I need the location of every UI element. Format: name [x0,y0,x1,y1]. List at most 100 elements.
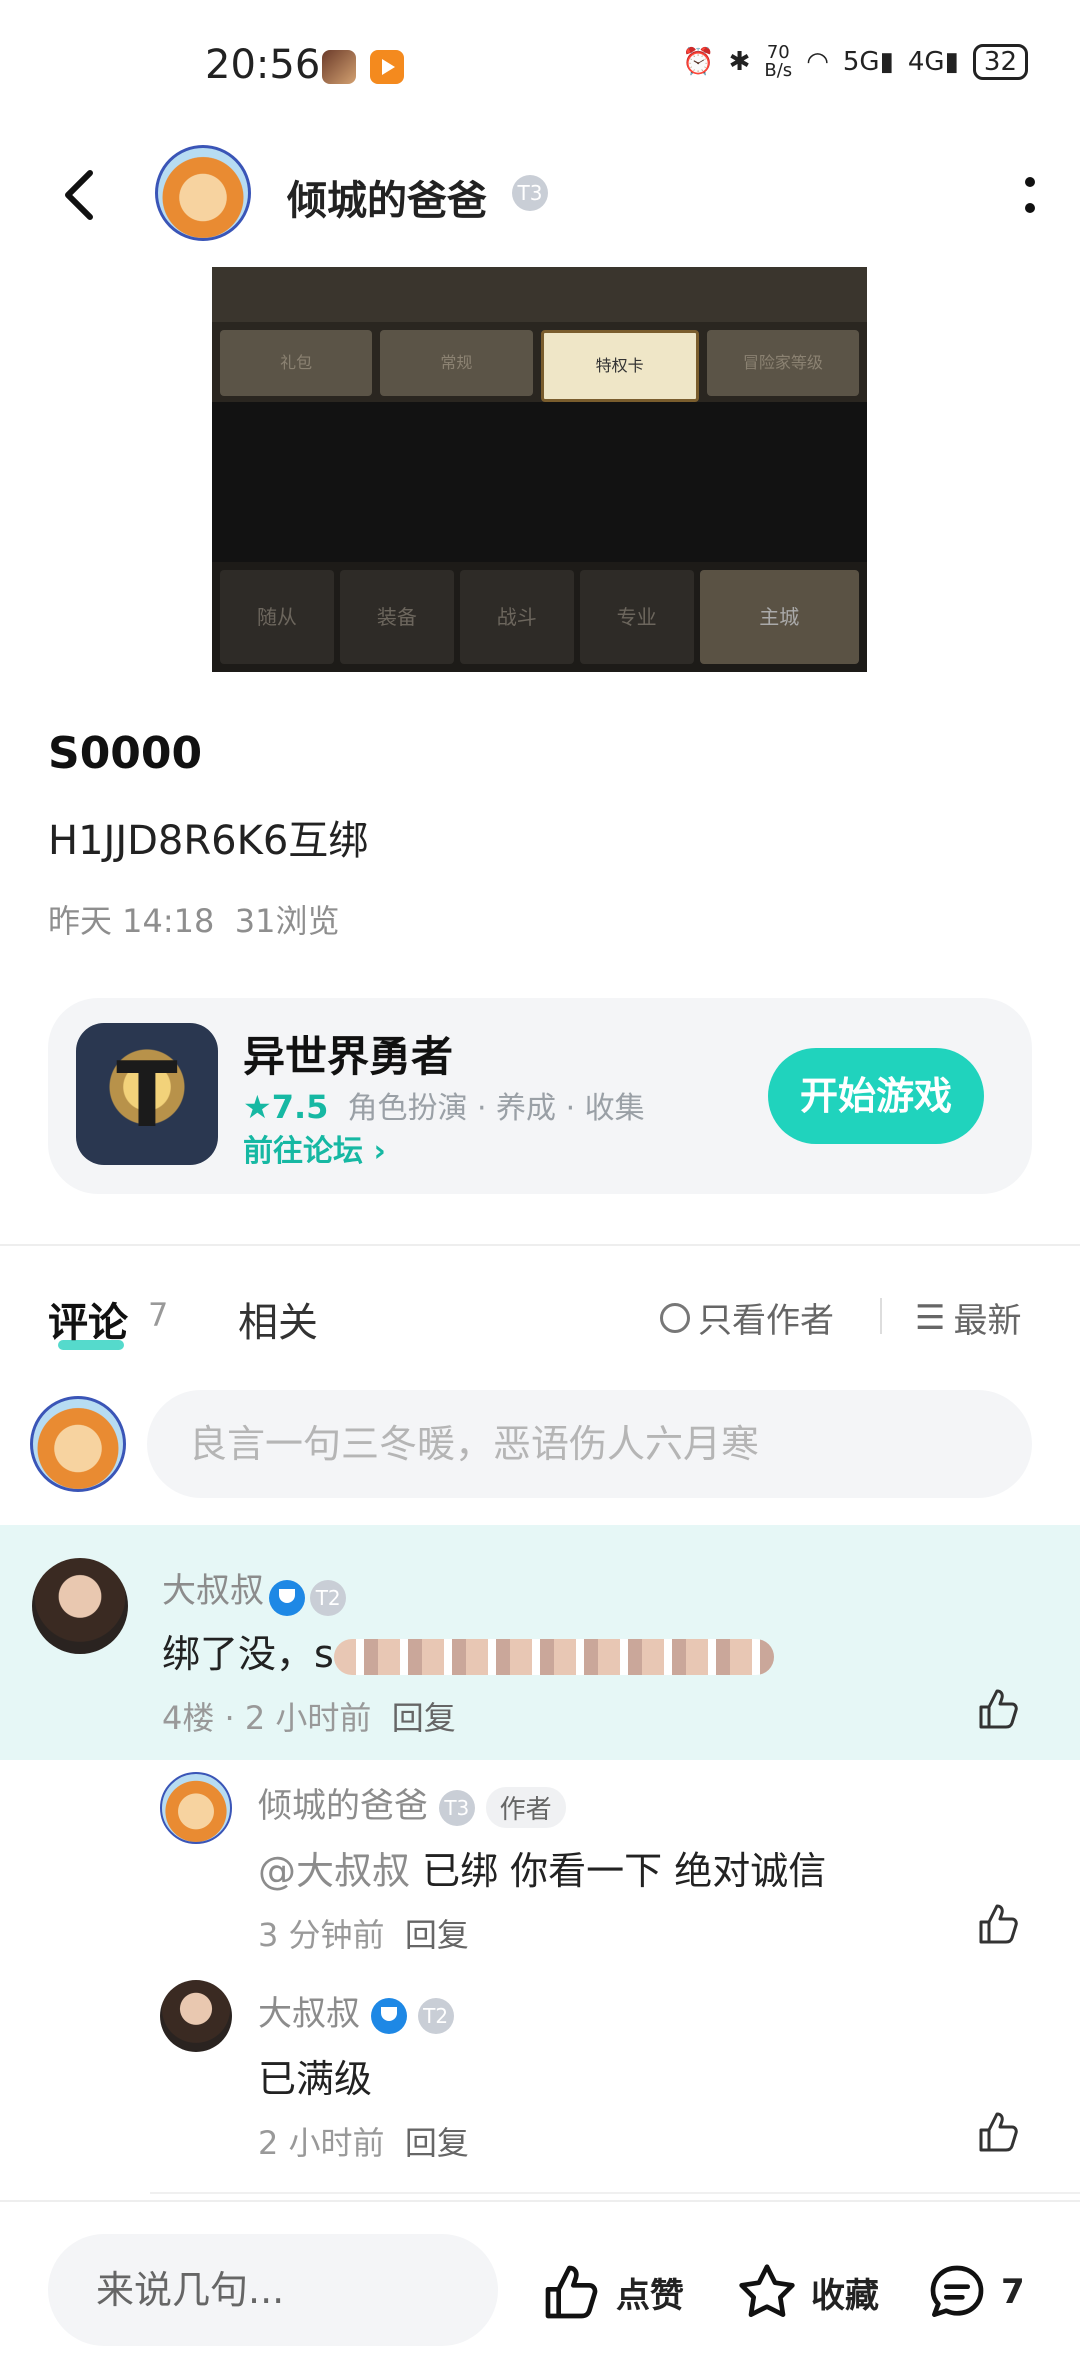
like-button[interactable]: 点赞 [540,2260,684,2324]
post-image[interactable]: 礼包 常规 特权卡 冒险家等级 随从 装备 战斗 专业 主城 [212,267,867,672]
reply-body: 已绑 你看一下 绝对诚信 [410,1849,827,1893]
game-tags: 角色扮演 · 养成 · 收集 [347,1091,645,1126]
post-header: 倾城的爸爸 T3 [0,140,1080,250]
comment-count: 7 [148,1296,169,1334]
comment-meta: 4楼 · 2 小时前 回复 [162,1699,456,1737]
video-app-icon [370,50,404,84]
reply-meta: 2 小时前 回复 [258,2118,469,2164]
bottom-action-bar: 来说几句... 点赞 收藏 7 [0,2200,1080,2378]
comment-button[interactable]: 7 [925,2260,1025,2324]
reply-button[interactable]: 回复 [392,1699,456,1737]
image-tab: 冒险家等级 [706,330,859,396]
author-name[interactable]: 倾城的爸爸 [287,168,487,226]
comment-text: 绑了没，s [162,1623,774,1678]
comment-item[interactable]: 大叔叔 T2 绑了没，s 4楼 · 2 小时前 回复 [0,1525,1080,1760]
like-icon[interactable] [975,2108,1023,2156]
play-game-button[interactable]: 开始游戏 [768,1048,984,1144]
battery-icon: 32 [972,44,1028,80]
comment-time: 2 小时前 [244,1699,372,1737]
author-avatar[interactable] [155,145,251,241]
sort-button[interactable]: ☰ 最新 [915,1293,1021,1342]
comment-count-label: 7 [1001,2272,1025,2312]
reply-button[interactable]: 回复 [405,1916,469,1954]
reply-author-name[interactable]: 倾城的爸爸 [258,1786,428,1826]
image-bottom-item: 随从 [220,570,334,664]
like-icon [545,2265,598,2319]
post-content: H1JJD8R6K6互绑 [48,818,369,864]
commenter-avatar[interactable] [32,1558,128,1654]
game-card[interactable]: 异世界勇者 ★7.5 角色扮演 · 养成 · 收集 前往论坛 › 开始游戏 [48,998,1032,1194]
reply-avatar[interactable] [160,1772,232,1844]
only-author-label: 只看作者 [698,1301,834,1341]
reply-author-info: 大叔叔 T2 [258,1986,454,2035]
level-badge: T3 [512,175,548,211]
trophy-badge-icon [370,1997,407,2034]
reply-author-name[interactable]: 大叔叔 [258,1994,360,2034]
divider [150,2192,1080,2194]
forum-link[interactable]: 前往论坛 › [243,1126,386,1170]
level-badge: T3 [438,1789,475,1826]
image-bottom-item: 主城 [699,570,859,664]
my-avatar [30,1396,126,1492]
like-icon[interactable] [975,1685,1023,1733]
back-arrow-icon[interactable] [52,165,112,225]
signal-5g-icon: 5G▮ [842,47,894,77]
bluetooth-icon: ✱ [728,47,751,77]
separator [880,1298,882,1334]
reply-meta: 3 分钟前 回复 [258,1910,469,1956]
image-tab: 礼包 [220,330,373,396]
more-options-icon[interactable] [1020,170,1040,220]
alarm-icon: ⏰ [682,47,715,77]
like-icon[interactable] [975,1900,1023,1948]
reply-time: 3 分钟前 [258,1916,385,1954]
wifi-icon: ◠ [806,47,829,77]
star-icon: ★ [243,1088,272,1126]
commenter-name[interactable]: 大叔叔 [162,1571,264,1611]
redacted-mask [333,1638,774,1675]
reply-text: 已满级 [258,2057,373,2101]
sort-icon: ☰ [915,1297,946,1338]
author-tag: 作者 [485,1787,566,1828]
net-speed: 70 B/s [764,42,793,81]
tab-related[interactable]: 相关 [238,1290,318,1348]
chevron-right-icon: › [373,1134,386,1169]
comment-floor: 4楼 [162,1699,215,1737]
radio-icon [660,1302,690,1333]
level-badge: T2 [417,1997,454,2034]
image-top-strip [212,267,867,322]
reply-author-info: 倾城的爸爸 T3 作者 [258,1778,566,1828]
favorite-label: 收藏 [811,2275,879,2316]
signal-4g-icon: 4G▮ [907,47,959,77]
status-time: 20:56 [205,42,321,88]
post-views: 31浏览 [234,902,340,940]
tab-comments[interactable]: 评论 [48,1290,128,1348]
comment-text-visible: 绑了没，s [162,1632,334,1676]
image-bottom-menu: 随从 装备 战斗 专业 主城 [212,562,867,672]
reply-text: @大叔叔 已绑 你看一下 绝对诚信 [258,1840,826,1895]
image-tabs: 礼包 常规 特权卡 冒险家等级 [212,322,867,402]
favorite-button[interactable]: 收藏 [735,2260,879,2324]
post-title: S0000 [48,728,203,779]
status-bar: 20:56 ⏰ ✱ 70 B/s ◠ 5G▮ 4G▮ 32 [0,0,1080,135]
only-author-toggle[interactable]: 只看作者 [660,1293,834,1342]
like-label: 点赞 [616,2275,684,2316]
reply-button[interactable]: 回复 [405,2124,469,2162]
post-meta: 昨天 14:18 31浏览 [48,896,339,942]
comment-input[interactable]: 良言一句三冬暖，恶语伤人六月寒 [147,1390,1032,1498]
image-bottom-item: 战斗 [459,570,574,664]
game-name: 异世界勇者 [243,1032,454,1081]
reply-avatar[interactable] [160,1980,232,2052]
sort-label: 最新 [953,1301,1022,1341]
mention[interactable]: @大叔叔 [258,1849,410,1893]
post-time: 昨天 14:18 [48,902,215,940]
level-badge: T2 [310,1579,347,1616]
bottom-comment-input[interactable]: 来说几句... [48,2234,498,2346]
comment-bubble-icon [930,2265,984,2317]
trophy-badge-icon [269,1579,306,1616]
game-icon [76,1023,218,1165]
forum-link-label: 前往论坛 [243,1134,363,1169]
image-bottom-item: 装备 [339,570,454,664]
image-bottom-item: 专业 [579,570,694,664]
game-app-icon [322,50,356,84]
divider [0,1244,1080,1246]
